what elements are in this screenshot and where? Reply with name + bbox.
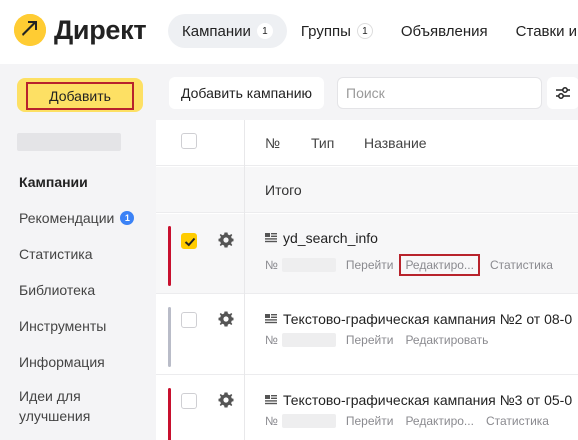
search-input[interactable] xyxy=(337,77,542,109)
tab-groups[interactable]: Группы 1 xyxy=(287,14,387,48)
campaign-number-label: № xyxy=(265,333,278,347)
table-header: № Тип Название xyxy=(156,120,578,166)
sidebar-item-recommendations[interactable]: Рекомендации 1 xyxy=(19,200,149,236)
add-button-label: Добавить xyxy=(26,82,134,110)
statistics-link[interactable]: Статистика xyxy=(490,258,553,272)
column-name[interactable]: Название xyxy=(364,135,427,151)
gear-icon[interactable] xyxy=(217,391,235,409)
sidebar-item-library[interactable]: Библиотека xyxy=(19,272,149,308)
text-image-ad-icon xyxy=(265,314,277,324)
go-link[interactable]: Перейти xyxy=(346,258,394,272)
main-tabs: Кампании 1 Группы 1 Объявления Ставки и xyxy=(168,14,578,48)
yandex-direct-logo-icon xyxy=(14,14,46,46)
campaign-title[interactable]: Текстово-графическая кампания №3 от 05-0 xyxy=(265,392,572,408)
sidebar-item-statistics[interactable]: Статистика xyxy=(19,236,149,272)
sidebar-nav: Кампании Рекомендации 1 Статистика Библи… xyxy=(19,164,149,428)
campaign-number-redacted xyxy=(281,414,336,428)
tab-count: 1 xyxy=(256,23,273,39)
tab-campaigns[interactable]: Кампании 1 xyxy=(168,14,287,48)
row-checkbox[interactable] xyxy=(181,393,197,409)
statistics-link[interactable]: Статистика xyxy=(486,414,549,428)
status-stripe xyxy=(168,226,171,286)
brand-name: Директ xyxy=(54,14,147,45)
text-image-ad-icon xyxy=(265,395,277,405)
campaign-title[interactable]: Текстово-графическая кампания №2 от 08-0 xyxy=(265,311,572,327)
column-divider xyxy=(244,120,245,440)
sidebar-item-label: Библиотека xyxy=(19,282,96,298)
sidebar-item-tools[interactable]: Инструменты xyxy=(19,308,149,344)
text-ad-icon xyxy=(265,233,277,243)
campaign-title-text: Текстово-графическая кампания №3 от 05-0 xyxy=(283,392,573,408)
sidebar: Добавить Кампании Рекомендации 1 Статист… xyxy=(0,64,156,440)
toolbar: Добавить кампанию xyxy=(156,64,578,120)
campaign-number-redacted xyxy=(281,333,336,347)
filter-sliders-icon xyxy=(556,87,570,99)
table-row[interactable]: Текстово-графическая кампания №2 от 08-0… xyxy=(156,295,578,375)
gear-icon[interactable] xyxy=(217,231,235,249)
sidebar-item-label: Кампании xyxy=(19,174,88,190)
campaigns-table: № Тип Название Итого yd_search_info № Пе… xyxy=(156,120,578,440)
campaign-number-redacted xyxy=(281,258,336,272)
go-link[interactable]: Перейти xyxy=(346,414,394,428)
row-checkbox[interactable] xyxy=(181,312,197,328)
campaign-title-text: Текстово-графическая кампания №2 от 08-0 xyxy=(283,311,573,327)
total-label: Итого xyxy=(265,182,302,198)
table-row[interactable]: yd_search_info № Перейти Редактиро... Ст… xyxy=(156,214,578,294)
sidebar-item-label: Инструменты xyxy=(19,318,107,334)
campaign-actions: № Перейти Редактировать xyxy=(265,333,500,347)
table-row[interactable]: Текстово-графическая кампания №3 от 05-0… xyxy=(156,376,578,440)
column-number[interactable]: № xyxy=(265,135,280,151)
top-header: Директ Кампании 1 Группы 1 Объявления Ст… xyxy=(0,0,578,64)
campaign-title-text: yd_search_info xyxy=(283,230,378,246)
account-name-redacted xyxy=(17,133,121,151)
status-stripe xyxy=(168,388,171,440)
add-campaign-button[interactable]: Добавить кампанию xyxy=(169,77,325,109)
sidebar-item-information[interactable]: Информация xyxy=(19,344,149,380)
go-link[interactable]: Перейти xyxy=(346,333,394,347)
campaign-actions: № Перейти Редактиро... Статистика xyxy=(265,254,565,276)
total-row: Итого xyxy=(156,167,578,213)
campaign-number-label: № xyxy=(265,414,278,428)
sidebar-item-label: Рекомендации xyxy=(19,210,115,226)
tab-ads[interactable]: Объявления xyxy=(387,14,502,48)
campaign-actions: № Перейти Редактиро... Статистика xyxy=(265,414,561,428)
gear-icon[interactable] xyxy=(217,310,235,328)
filter-button[interactable] xyxy=(547,77,578,109)
tab-label: Ставки и xyxy=(515,22,577,40)
checkmark-icon xyxy=(184,237,196,247)
notification-badge: 1 xyxy=(120,211,135,225)
edit-link[interactable]: Редактиро... xyxy=(399,254,480,276)
status-stripe xyxy=(168,307,171,367)
tab-count: 1 xyxy=(356,23,373,39)
row-checkbox[interactable] xyxy=(181,233,197,249)
logo[interactable]: Директ xyxy=(14,14,147,46)
edit-link[interactable]: Редактиро... xyxy=(405,414,474,428)
sidebar-item-ideas[interactable]: Идеи для улучшения xyxy=(19,380,149,428)
column-type[interactable]: Тип xyxy=(311,135,334,151)
edit-link[interactable]: Редактировать xyxy=(405,333,488,347)
tab-label: Объявления xyxy=(400,22,488,40)
select-all-checkbox[interactable] xyxy=(181,133,197,149)
sidebar-item-label: Информация xyxy=(19,354,105,370)
campaign-title[interactable]: yd_search_info xyxy=(265,230,378,246)
tab-bids[interactable]: Ставки и xyxy=(502,14,578,48)
sidebar-item-label: Статистика xyxy=(19,246,93,262)
campaign-number-label: № xyxy=(265,258,278,272)
add-button[interactable]: Добавить xyxy=(17,78,143,112)
tab-label: Кампании xyxy=(182,22,251,40)
tab-label: Группы xyxy=(300,22,351,40)
sidebar-item-label: Идеи для улучшения xyxy=(19,388,91,424)
sidebar-item-campaigns[interactable]: Кампании xyxy=(19,164,149,200)
